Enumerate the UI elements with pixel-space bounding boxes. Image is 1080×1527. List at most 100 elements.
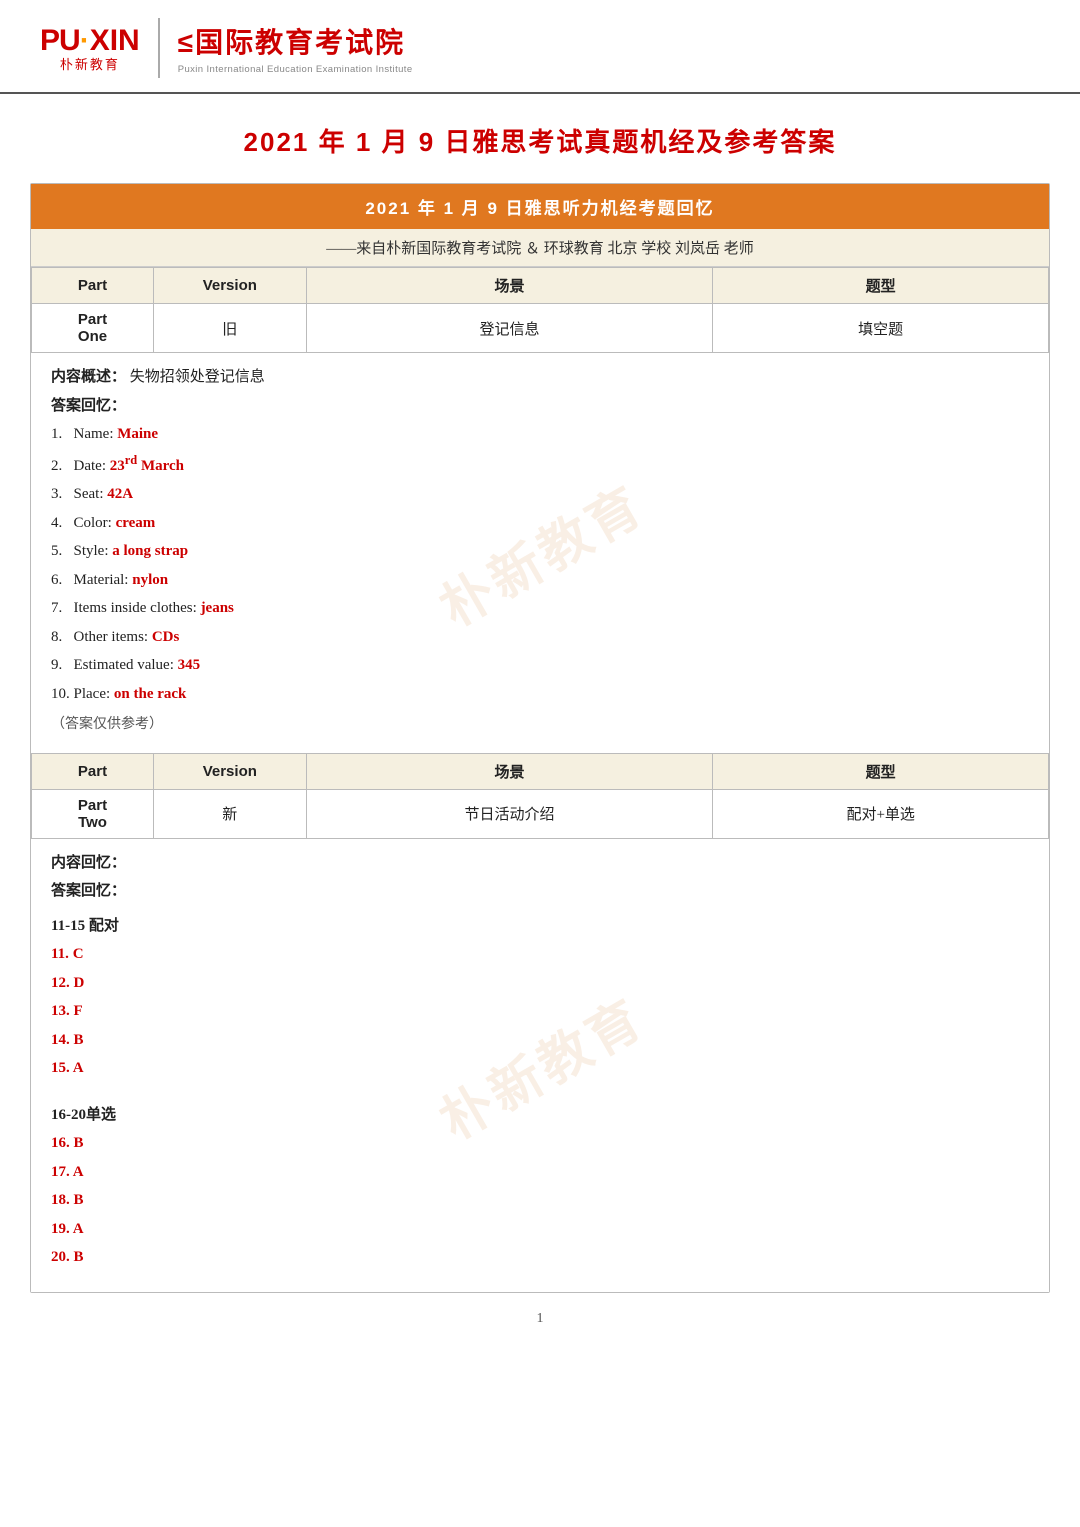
th-part: Part <box>32 268 154 304</box>
answer-16-num: 16. <box>51 1135 74 1151</box>
header: PU · XIN 朴新教育 ≤国际教育考试院 Puxin Internation… <box>0 0 1080 94</box>
part-two-scene: 节日活动介绍 <box>306 789 713 838</box>
part-one-part: Part <box>42 311 143 328</box>
answer-14-num: 14. <box>51 1032 74 1048</box>
logo-institute: ≤国际教育考试院 Puxin International Education E… <box>178 21 413 75</box>
group2-title: 16-20单选 <box>51 1101 1029 1130</box>
content-desc-line: 内容概述： 失物招领处登记信息 <box>51 363 1029 392</box>
answer-9: 9. Estimated value: 345 <box>51 651 1029 680</box>
answer-13-num: 13. <box>51 1003 74 1019</box>
answer-8-num: 8. <box>51 629 70 645</box>
answer-19-num: 19. <box>51 1221 73 1237</box>
answer-7-prefix: Items inside clothes: <box>74 600 201 616</box>
answer-6: 6. Material: nylon <box>51 566 1029 595</box>
part-one-content-container: 朴新教育 内容概述： 失物招领处登记信息 答案回忆： 1. Name: Main… <box>31 353 1049 753</box>
part-two-content: 内容回忆： 答案回忆： 11-15 配对 11. C 12. D 13. F 1… <box>31 839 1049 1292</box>
answer-12-value: D <box>74 975 85 991</box>
note-line: （答案仅供参考） <box>51 708 1029 747</box>
answer-recall-label: 答案回忆： <box>51 392 1029 421</box>
logo-divider <box>158 18 160 78</box>
content-desc-value: 失物招领处登记信息 <box>130 369 265 385</box>
answer-8-prefix: Other items: <box>74 629 152 645</box>
part-two-part: Part <box>42 797 143 814</box>
card-header-text: 2021 年 1 月 9 日雅思听力机经考题回忆 <box>365 199 714 218</box>
answer-7: 7. Items inside clothes: jeans <box>51 594 1029 623</box>
answer-1-value: Maine <box>117 426 158 442</box>
answer-10-value: on the rack <box>114 686 187 702</box>
answer-6-value: nylon <box>132 572 168 588</box>
answer-17: 17. A <box>51 1158 1029 1187</box>
answer-19: 19. A <box>51 1215 1029 1244</box>
card-subtitle: ——来自朴新国际教育考试院 ＆ 环球教育 北京 学校 刘岚岳 老师 <box>31 229 1049 267</box>
group1-title: 11-15 配对 <box>51 912 1029 941</box>
answer-19-value: A <box>73 1221 84 1237</box>
answer-4-value: cream <box>116 515 156 531</box>
answer-4-prefix: Color: <box>74 515 116 531</box>
answer-1-num: 1. <box>51 426 70 442</box>
th-type: 题型 <box>713 268 1049 304</box>
part-one-type: 填空题 <box>713 304 1049 353</box>
answer-3-value: 42A <box>107 486 133 502</box>
answer-1: 1. Name: Maine <box>51 420 1029 449</box>
answer-2-prefix: Date: <box>74 458 110 474</box>
content-recall-text: 内容回忆： <box>51 855 126 871</box>
answer-14: 14. B <box>51 1026 1029 1055</box>
answer-13-value: F <box>74 1003 83 1019</box>
part-two-type: 配对+单选 <box>713 789 1049 838</box>
bottom-spacer <box>51 1272 1029 1286</box>
page-number: 1 <box>0 1293 1080 1337</box>
answer-9-prefix: Estimated value: <box>74 657 178 673</box>
answer-14-value: B <box>74 1032 84 1048</box>
answer-3-prefix: Seat: <box>74 486 108 502</box>
part-two-name: Two <box>42 814 143 831</box>
answer-1-prefix: Name: <box>74 426 118 442</box>
part-one-table: Part Version 场景 题型 Part One 旧 登记信息 填空题 <box>31 267 1049 353</box>
main-title: 2021 年 1 月 9 日雅思考试真题机经及参考答案 <box>0 122 1080 159</box>
part-one-version: 旧 <box>154 304 307 353</box>
answer-11: 11. C <box>51 940 1029 969</box>
part-one-scene: 登记信息 <box>306 304 713 353</box>
answer-20-num: 20. <box>51 1249 74 1265</box>
th-version: Version <box>154 268 307 304</box>
answer-recall-text-2: 答案回忆： <box>51 883 126 899</box>
logo-dot: · <box>80 24 90 58</box>
answer-9-value: 345 <box>178 657 201 673</box>
part-two-label: Part Two <box>32 789 154 838</box>
answer-18-value: B <box>74 1192 84 1208</box>
logo-institute-english: Puxin International Education Examinatio… <box>178 64 413 75</box>
logo-puxin-chinese: 朴新教育 <box>60 54 120 73</box>
answer-20: 20. B <box>51 1243 1029 1272</box>
answer-17-num: 17. <box>51 1164 73 1180</box>
answer-8: 8. Other items: CDs <box>51 623 1029 652</box>
th-version-2: Version <box>154 753 307 789</box>
answer-3-num: 3. <box>51 486 70 502</box>
th-part-2: Part <box>32 753 154 789</box>
answer-3: 3. Seat: 42A <box>51 480 1029 509</box>
answer-5-num: 5. <box>51 543 70 559</box>
logo-institute-chinese: ≤国际教育考试院 <box>178 21 405 61</box>
answer-8-value: CDs <box>152 629 180 645</box>
answer-2-num: 2. <box>51 458 70 474</box>
part-one-name: One <box>42 328 143 345</box>
answer-5-prefix: Style: <box>74 543 113 559</box>
answer-recall-label-2: 答案回忆： <box>51 877 1029 906</box>
answer-16: 16. B <box>51 1129 1029 1158</box>
answer-7-num: 7. <box>51 600 70 616</box>
group-spacer <box>51 1083 1029 1095</box>
answer-2-value: 23rd March <box>110 458 184 474</box>
answer-5-value: a long strap <box>112 543 188 559</box>
logo-xin: XIN <box>90 24 140 58</box>
answer-15-num: 15. <box>51 1060 73 1076</box>
answer-10-num: 10. <box>51 686 74 702</box>
answer-9-num: 9. <box>51 657 70 673</box>
answer-20-value: B <box>74 1249 84 1265</box>
logo-pu: PU <box>40 24 80 58</box>
answer-6-num: 6. <box>51 572 70 588</box>
part-two-content-container: 朴新教育 内容回忆： 答案回忆： 11-15 配对 11. C 12. D 13… <box>31 839 1049 1292</box>
answer-11-value: C <box>73 946 84 962</box>
answer-5: 5. Style: a long strap <box>51 537 1029 566</box>
card-header: 2021 年 1 月 9 日雅思听力机经考题回忆 <box>31 184 1049 229</box>
part-two-version: 新 <box>154 789 307 838</box>
answer-12-num: 12. <box>51 975 74 991</box>
answer-16-value: B <box>74 1135 84 1151</box>
